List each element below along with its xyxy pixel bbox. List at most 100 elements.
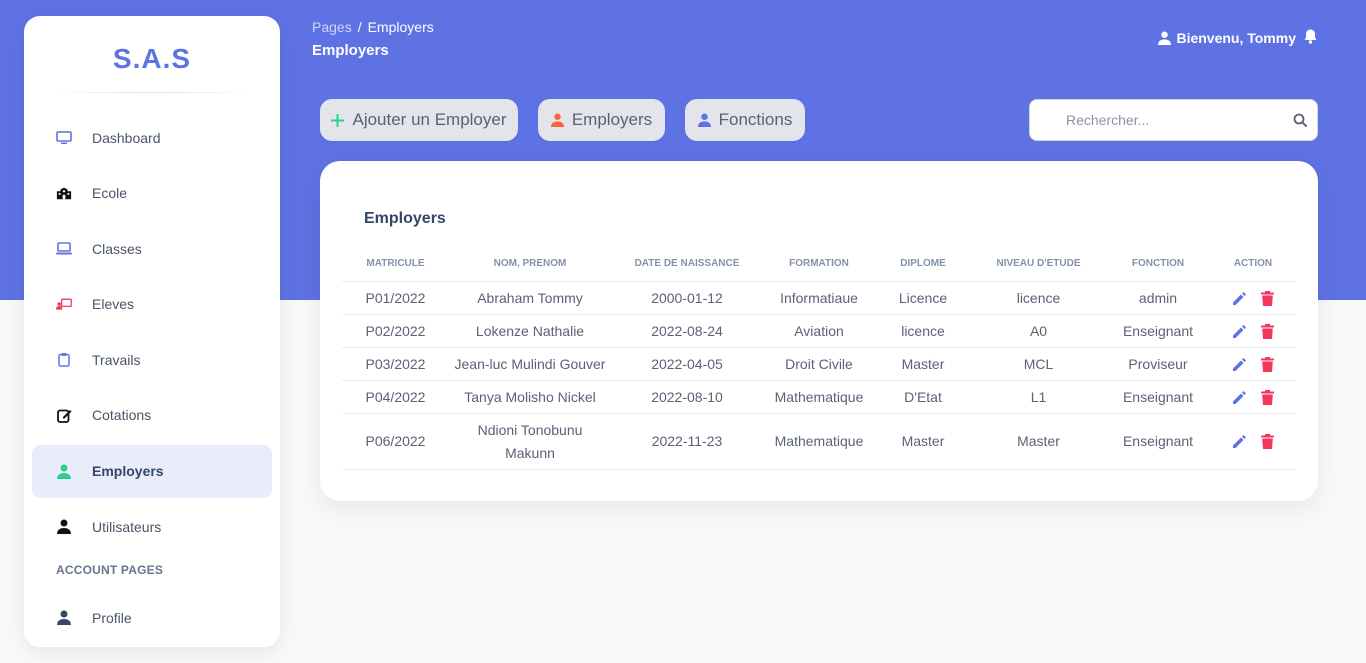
delete-trash-icon[interactable]	[1261, 434, 1274, 449]
column-header: DIPLOME	[875, 246, 971, 282]
delete-trash-icon[interactable]	[1261, 356, 1274, 372]
column-header: NIVEAU D'ETUDE	[971, 246, 1106, 282]
cell-matricule: P02/2022	[342, 315, 449, 348]
breadcrumb-root[interactable]: Pages	[312, 19, 352, 35]
cell-date-naissance: 2022-11-23	[611, 414, 763, 470]
delete-trash-icon[interactable]	[1261, 323, 1274, 339]
sidebar-item-label: Travails	[92, 351, 141, 368]
cell-formation: Droit Civile	[763, 348, 875, 381]
employers-card: Employers MATRICULE NOM, PRENOM DATE DE …	[320, 161, 1318, 501]
user-icon	[56, 610, 72, 626]
cell-action	[1210, 348, 1296, 381]
sidebar-item-employers[interactable]: Employers	[32, 444, 272, 498]
chalkboard-teacher-icon	[56, 296, 72, 312]
column-header: DATE DE NAISSANCE	[611, 246, 763, 282]
edit-pencil-icon[interactable]	[1232, 357, 1247, 372]
cell-matricule: P06/2022	[342, 414, 449, 470]
breadcrumb-separator: /	[357, 19, 362, 35]
column-header: ACTION	[1210, 246, 1296, 282]
laptop-icon	[56, 241, 72, 257]
sidebar-item-label: Employers	[92, 463, 164, 480]
cell-diplome: Master	[875, 414, 971, 470]
sidebar-item-cotations[interactable]: Cotations	[32, 389, 272, 442]
edit-pencil-icon[interactable]	[1232, 434, 1247, 449]
table-row: P01/2022 Abraham Tommy 2000-01-12 Inform…	[342, 282, 1296, 315]
cell-action	[1210, 282, 1296, 315]
sidebar-item-utilisateurs[interactable]: Utilisateurs	[32, 500, 272, 553]
user-icon	[550, 113, 564, 127]
cell-diplome: D'Etat	[875, 381, 971, 414]
sidebar-item-classes[interactable]: Classes	[32, 222, 272, 275]
employers-button-label: Employers	[571, 110, 653, 129]
sidebar-item-travails[interactable]: Travails	[32, 333, 272, 386]
cell-nom-prenom: Lokenze Nathalie	[449, 315, 611, 348]
sidebar-divider	[48, 92, 256, 93]
sidebar-item-eleves[interactable]: Eleves	[32, 278, 272, 331]
section-title-account-pages: ACCOUNT PAGES	[56, 563, 164, 578]
cell-formation: Informatiaue	[763, 282, 875, 315]
edit-pencil-icon[interactable]	[1232, 291, 1247, 306]
sidebar-item-label: Utilisateurs	[92, 518, 162, 535]
edit-pencil-icon[interactable]	[1232, 390, 1247, 405]
user-icon	[56, 519, 72, 535]
cell-niveau-etude: licence	[971, 282, 1106, 315]
table-header-row: MATRICULE NOM, PRENOM DATE DE NAISSANCE …	[342, 246, 1296, 282]
breadcrumb-current: Employers	[367, 19, 434, 35]
delete-trash-icon[interactable]	[1261, 389, 1274, 405]
monitor-icon	[56, 130, 72, 146]
cell-fonction: admin	[1106, 282, 1210, 315]
sidebar-item-label: Ecole	[92, 185, 128, 202]
bell-icon[interactable]	[1304, 29, 1322, 47]
cell-action	[1210, 414, 1296, 470]
cell-formation: Aviation	[763, 315, 875, 348]
clipboard-icon	[56, 352, 72, 368]
cell-fonction: Enseignant	[1106, 315, 1210, 348]
table-row: P04/2022 Tanya Molisho Nickel 2022-08-10…	[342, 381, 1296, 414]
account-nav: Profile	[24, 591, 280, 644]
sidebar-item-label: Classes	[92, 240, 142, 257]
fonctions-button-label: Fonctions	[718, 110, 793, 129]
column-header: NOM, PRENOM	[449, 246, 611, 282]
cell-action	[1210, 381, 1296, 414]
cell-fonction: Enseignant	[1106, 414, 1210, 470]
user-menu[interactable]: Bienvenu, Tommy	[1158, 29, 1322, 47]
sidebar-item-profile[interactable]: Profile	[32, 591, 272, 644]
table-row: P02/2022 Lokenze Nathalie 2022-08-24 Avi…	[342, 315, 1296, 348]
employers-button[interactable]: Employers	[538, 99, 665, 141]
search-input[interactable]	[1066, 112, 1296, 128]
fonctions-button[interactable]: Fonctions	[685, 99, 805, 141]
user-icon	[697, 113, 711, 127]
cell-diplome: licence	[875, 315, 971, 348]
cell-niveau-etude: Master	[971, 414, 1106, 470]
cell-niveau-etude: A0	[971, 315, 1106, 348]
cell-nom-prenom: Abraham Tommy	[449, 282, 611, 315]
cell-matricule: P03/2022	[342, 348, 449, 381]
delete-trash-icon[interactable]	[1261, 290, 1274, 306]
cell-date-naissance: 2022-08-10	[611, 381, 763, 414]
table-row: P03/2022 Jean-luc Mulindi Gouver 2022-04…	[342, 348, 1296, 381]
add-employer-label: Ajouter un Employer	[352, 110, 507, 129]
cell-formation: Mathematique	[763, 381, 875, 414]
cell-fonction: Enseignant	[1106, 381, 1210, 414]
cell-niveau-etude: L1	[971, 381, 1106, 414]
sidebar-item-dashboard[interactable]: Dashboard	[32, 111, 272, 164]
add-employer-button[interactable]: Ajouter un Employer	[320, 99, 518, 141]
brand-logo[interactable]: S.A.S	[24, 16, 280, 92]
cell-nom-prenom: Tanya Molisho Nickel	[449, 381, 611, 414]
cell-date-naissance: 2000-01-12	[611, 282, 763, 315]
sidebar-item-label: Eleves	[92, 296, 135, 313]
sidebar-item-ecole[interactable]: Ecole	[32, 167, 272, 220]
edit-icon	[56, 407, 72, 423]
school-icon	[56, 185, 72, 201]
cell-matricule: P04/2022	[342, 381, 449, 414]
sidebar-item-label: Dashboard	[92, 129, 161, 146]
breadcrumb: Pages / Employers	[312, 19, 434, 35]
cell-date-naissance: 2022-08-24	[611, 315, 763, 348]
column-header: FONCTION	[1106, 246, 1210, 282]
sidebar-item-label: Profile	[92, 609, 132, 626]
edit-pencil-icon[interactable]	[1232, 324, 1247, 339]
sidebar: S.A.S Dashboard Ecole Classes Eleves Tra…	[24, 16, 280, 647]
search-icon[interactable]	[1293, 113, 1307, 132]
cell-date-naissance: 2022-04-05	[611, 348, 763, 381]
cell-formation: Mathematique	[763, 414, 875, 470]
